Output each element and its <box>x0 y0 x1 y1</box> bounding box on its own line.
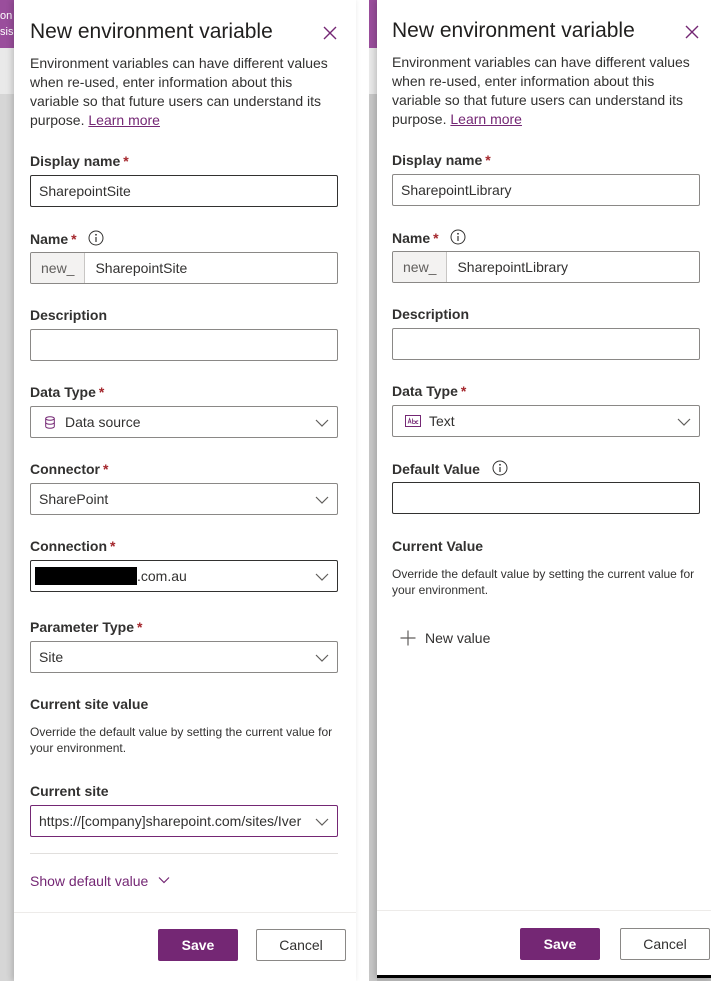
default-value-label: Default Value <box>392 460 508 477</box>
name-label: Name * <box>30 230 104 247</box>
save-button[interactable]: Save <box>158 929 238 961</box>
new-environment-variable-panel-library: New environment variable Environment var… <box>377 0 711 978</box>
show-default-value-toggle[interactable]: Show default value <box>30 873 170 889</box>
background-header-strip: on sis <box>0 0 14 48</box>
chevron-down-icon <box>315 419 329 427</box>
description-label: Description <box>392 306 470 322</box>
data-type-dropdown[interactable]: Text <box>392 405 700 437</box>
data-type-label: Data Type * <box>392 383 467 399</box>
panel-intro: Environment variables can have different… <box>392 54 690 127</box>
current-site-label: Current site <box>30 783 109 799</box>
new-value-button[interactable]: New value <box>400 630 490 646</box>
description-label: Description <box>30 307 108 323</box>
footer-divider <box>377 910 711 911</box>
panel-intro: Environment variables can have different… <box>30 55 328 128</box>
info-icon[interactable] <box>450 229 466 245</box>
description-input[interactable] <box>30 329 338 361</box>
display-name-input[interactable]: SharepointSite <box>30 175 338 207</box>
background-header-strip <box>369 0 377 48</box>
connector-dropdown[interactable]: SharePoint <box>30 483 338 515</box>
parameter-type-dropdown[interactable]: Site <box>30 641 338 673</box>
cancel-button[interactable]: Cancel <box>620 928 710 960</box>
chevron-down-icon <box>315 654 329 662</box>
data-type-label: Data Type * <box>30 384 105 400</box>
data-type-dropdown[interactable]: Data source <box>30 406 338 438</box>
learn-more-link[interactable]: Learn more <box>88 112 160 128</box>
chevron-down-icon <box>315 496 329 504</box>
current-site-dropdown[interactable]: https://[company]sharepoint.com/sites/Iv… <box>30 805 338 837</box>
text-abc-icon <box>405 415 421 427</box>
info-icon[interactable] <box>492 460 508 476</box>
display-name-input[interactable]: SharepointLibrary <box>392 174 700 206</box>
chevron-down-icon <box>315 818 329 826</box>
connection-label: Connection * <box>30 538 116 554</box>
cancel-button[interactable]: Cancel <box>256 929 346 961</box>
panel-title: New environment variable <box>392 19 635 42</box>
save-button[interactable]: Save <box>520 928 600 960</box>
name-input[interactable]: new_ SharepointLibrary <box>392 251 700 283</box>
plus-icon <box>400 630 416 646</box>
description-input[interactable] <box>392 328 700 360</box>
parameter-type-label: Parameter Type * <box>30 619 143 635</box>
close-icon[interactable] <box>684 24 700 40</box>
connector-label: Connector * <box>30 461 109 477</box>
chevron-down-icon <box>315 573 329 581</box>
name-input[interactable]: new_ SharepointSite <box>30 252 338 284</box>
close-icon[interactable] <box>322 25 338 41</box>
default-value-input[interactable] <box>392 482 700 514</box>
current-value-heading: Current Value <box>392 538 484 554</box>
learn-more-link[interactable]: Learn more <box>450 111 522 127</box>
redacted-block <box>35 567 137 585</box>
info-icon[interactable] <box>88 230 104 246</box>
name-prefix: new_ <box>31 253 86 283</box>
database-icon <box>45 415 55 429</box>
footer-divider <box>14 912 356 913</box>
panel-gap <box>356 0 369 981</box>
connection-dropdown[interactable]: .com.au <box>30 560 338 592</box>
name-prefix: new_ <box>393 252 448 282</box>
display-name-label: Display name * <box>30 153 129 169</box>
chevron-down-icon <box>158 877 170 884</box>
current-value-help-text: Override the default value by setting th… <box>392 567 695 597</box>
current-site-value-heading: Current site value <box>30 696 149 712</box>
current-site-help-text: Override the default value by setting th… <box>30 725 333 755</box>
background-app-left: on sis <box>0 0 14 981</box>
chevron-down-icon <box>677 418 691 426</box>
name-label: Name * <box>392 229 466 246</box>
display-name-label: Display name * <box>392 152 491 168</box>
new-environment-variable-panel-site: New environment variable Environment var… <box>14 0 356 981</box>
background-app-right <box>369 0 377 981</box>
divider <box>30 853 338 854</box>
panel-title: New environment variable <box>30 20 273 43</box>
